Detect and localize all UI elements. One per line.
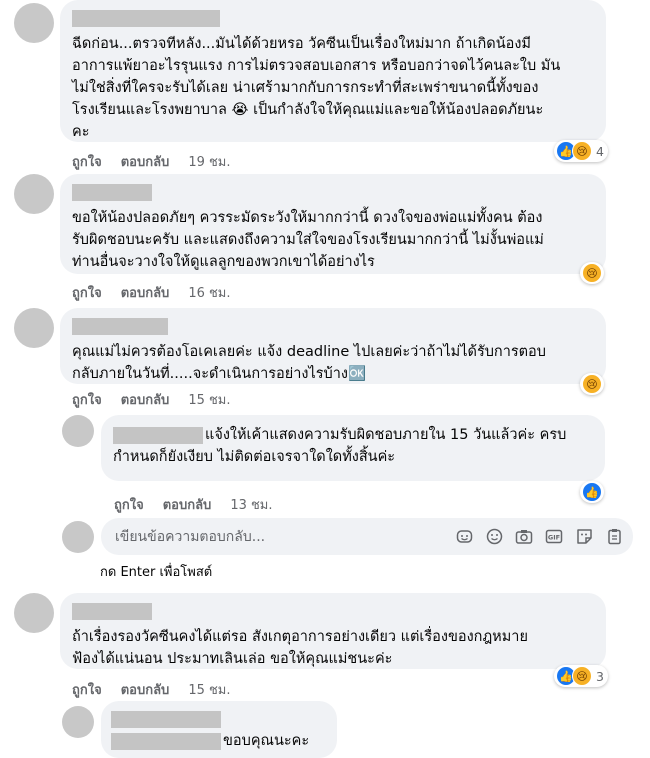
reply-input[interactable]: [113, 527, 455, 546]
timestamp[interactable]: 13 ชม.: [230, 494, 272, 515]
avatar[interactable]: [14, 308, 54, 348]
redacted-author-name[interactable]: [111, 711, 221, 728]
timestamp[interactable]: 16 ชม.: [188, 282, 230, 303]
sad-reaction-icon: 😢: [582, 263, 602, 283]
comment-text: ถ้าเรื่องรองวัคซีนคงได้แต่รอ สังเกตุอากา…: [72, 629, 528, 667]
sad-reaction-icon: 😢: [582, 374, 602, 394]
like-link[interactable]: ถูกใจ: [72, 389, 102, 410]
reply-text: กำหนดก็ยังเงียบ ไม่ติดต่อเจรจาใดใดทั้งสิ…: [113, 449, 396, 465]
redacted-author-name[interactable]: [72, 184, 152, 201]
timestamp[interactable]: 19 ชม.: [188, 151, 230, 172]
reply-bubble: แจ้งให้เค้าแสดงความรับผิดชอบภายใน 15 วัน…: [101, 415, 605, 481]
redacted-author-name[interactable]: [72, 603, 152, 620]
comment-bubble: ขอให้น้องปลอดภัยๆ ควรระมัดระวังให้มากกว่…: [60, 174, 606, 274]
like-link[interactable]: ถูกใจ: [72, 282, 102, 303]
reaction-count: 3: [596, 668, 604, 684]
reaction-summary[interactable]: 😢: [580, 262, 604, 284]
comment-text: ฉีดก่อน...ตรวจทีหลัง...มันได้ด้วยหรอ วัค…: [72, 36, 561, 140]
avatar[interactable]: [62, 415, 94, 447]
timestamp[interactable]: 15 ชม.: [188, 389, 230, 410]
reply-text: ขอบคุณนะคะ: [223, 733, 310, 749]
comment-bubble: คุณแม่ไม่ควรต้องโอเคเลยค่ะ แจ้ง deadline…: [60, 308, 606, 384]
clipboard-icon[interactable]: [605, 528, 623, 546]
reply-link[interactable]: ตอบกลับ: [121, 282, 170, 303]
reply-actions: ถูกใจ ตอบกลับ 13 ชม.: [114, 494, 273, 515]
like-link[interactable]: ถูกใจ: [72, 679, 102, 700]
comment-bubble: ฉีดก่อน...ตรวจทีหลัง...มันได้ด้วยหรอ วัค…: [60, 0, 606, 142]
reply-text: แจ้งให้เค้าแสดงความรับผิดชอบภายใน 15 วัน…: [205, 427, 567, 443]
comment-text: คุณแม่ไม่ควรต้องโอเคเลยค่ะ แจ้ง deadline…: [72, 344, 546, 382]
reply-bubble: ขอบคุณนะคะ: [101, 701, 337, 758]
avatar[interactable]: [14, 3, 54, 43]
reaction-count: 4: [596, 143, 604, 159]
like-link[interactable]: ถูกใจ: [72, 151, 102, 172]
current-user-avatar[interactable]: [62, 521, 94, 553]
emoji-icon[interactable]: [485, 528, 503, 546]
timestamp[interactable]: 15 ชม.: [188, 679, 230, 700]
comment-text: ขอให้น้องปลอดภัยๆ ควรระมัดระวังให้มากกว่…: [72, 210, 544, 270]
reaction-summary[interactable]: 😢: [580, 373, 604, 395]
sad-reaction-icon: 😢: [572, 666, 592, 686]
composer-toolbar: GIF: [455, 528, 623, 546]
avatar[interactable]: [62, 706, 94, 738]
redacted-author-name[interactable]: [72, 318, 168, 335]
sad-reaction-icon: 😢: [572, 141, 592, 161]
reply-input-box: GIF: [101, 518, 633, 555]
avatar[interactable]: [14, 174, 54, 214]
reply-link[interactable]: ตอบกลับ: [121, 389, 170, 410]
redacted-author-name[interactable]: [113, 426, 203, 444]
like-reaction-icon: 👍: [582, 482, 602, 502]
reply-link[interactable]: ตอบกลับ: [163, 494, 212, 515]
reaction-summary[interactable]: 👍: [580, 481, 604, 503]
like-link[interactable]: ถูกใจ: [114, 494, 144, 515]
comment-actions: ถูกใจ ตอบกลับ 19 ชม.: [72, 151, 231, 172]
sticker-icon[interactable]: [455, 528, 473, 546]
sticker-pack-icon[interactable]: [575, 528, 593, 546]
redacted-author-name[interactable]: [111, 732, 221, 750]
reply-link[interactable]: ตอบกลับ: [121, 151, 170, 172]
comment-actions: ถูกใจ ตอบกลับ 15 ชม.: [72, 679, 231, 700]
reaction-summary[interactable]: 👍 😢 4: [554, 140, 608, 162]
gif-icon[interactable]: GIF: [545, 528, 563, 546]
comment-actions: ถูกใจ ตอบกลับ 15 ชม.: [72, 389, 231, 410]
comment-bubble: ถ้าเรื่องรองวัคซีนคงได้แต่รอ สังเกตุอากา…: [60, 593, 606, 669]
post-hint: กด Enter เพื่อโพสต์: [100, 565, 213, 580]
svg-text:GIF: GIF: [548, 534, 560, 542]
camera-icon[interactable]: [515, 528, 533, 546]
reply-link[interactable]: ตอบกลับ: [121, 679, 170, 700]
avatar[interactable]: [14, 593, 54, 633]
redacted-author-name[interactable]: [72, 10, 220, 27]
comment-actions: ถูกใจ ตอบกลับ 16 ชม.: [72, 282, 231, 303]
reaction-summary[interactable]: 👍 😢 3: [554, 665, 608, 687]
